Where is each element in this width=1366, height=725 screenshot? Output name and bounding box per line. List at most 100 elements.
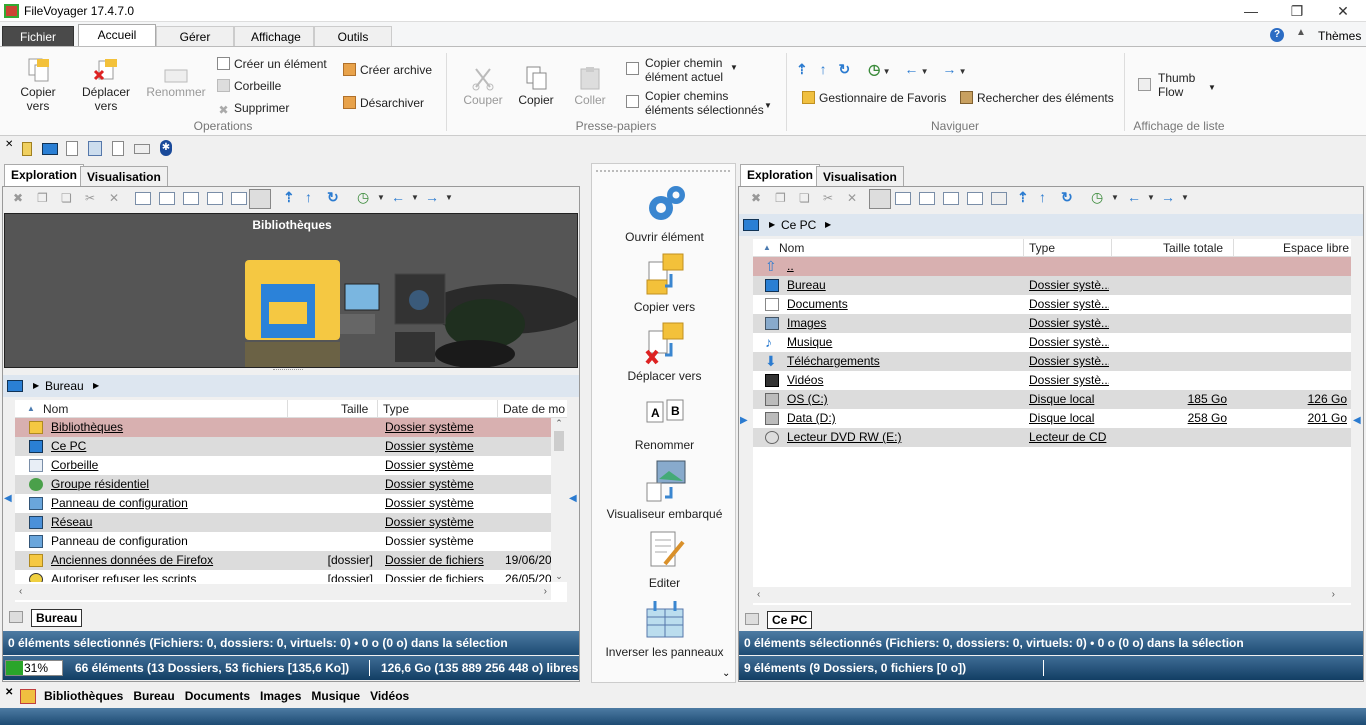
top-icon[interactable]: ⇡ — [796, 61, 808, 77]
up-icon[interactable]: ↑ — [305, 189, 312, 205]
table-row[interactable]: Images Dossier systè... — [753, 314, 1351, 333]
back-icon[interactable]: ← — [1127, 189, 1141, 205]
forward-icon[interactable]: → — [1161, 189, 1175, 205]
paste-button[interactable]: Coller — [566, 65, 614, 107]
col-type[interactable]: Type — [383, 400, 409, 418]
table-row[interactable]: Réseau Dossier système — [15, 513, 551, 532]
right-collapse-arrow-icon[interactable]: ▶ — [740, 415, 748, 426]
table-row[interactable]: Vidéos Dossier systè... — [753, 371, 1351, 390]
col-nom[interactable]: Nom — [43, 400, 68, 418]
right-expand-arrow-icon[interactable]: ◀ — [1353, 415, 1361, 426]
view-thumbflow-icon[interactable] — [991, 192, 1007, 205]
col-total-size[interactable]: Taille totale — [1163, 239, 1223, 257]
themes-button[interactable]: Thèmes — [1318, 29, 1361, 43]
col-free-space[interactable]: Espace libre — [1283, 239, 1349, 257]
move-to-button[interactable]: Déplacer vers — [78, 57, 134, 113]
chevron-right-icon[interactable]: ▶ — [93, 375, 99, 397]
table-row[interactable]: Ce PC Dossier système — [15, 437, 551, 456]
chevron-down-icon[interactable]: ⌄ — [551, 571, 567, 582]
chevron-down-icon[interactable]: ▼ — [377, 193, 385, 202]
view-medium-icon[interactable] — [943, 192, 959, 205]
rename-button[interactable]: Renommer — [142, 69, 210, 99]
view-large-icon[interactable] — [967, 192, 983, 205]
table-row[interactable]: ⇧.. — [753, 257, 1351, 276]
cmd-edit[interactable]: Editer — [592, 528, 737, 590]
up-icon[interactable]: ↑ — [820, 61, 827, 77]
tab-fichier[interactable]: Fichier — [2, 26, 74, 47]
copy-icon[interactable]: ❐ — [775, 191, 786, 205]
cmd-move-to[interactable]: Déplacer vers — [592, 321, 737, 383]
chevron-down-icon[interactable]: ▼ — [411, 193, 419, 202]
chevron-down-icon[interactable]: ▼ — [880, 67, 891, 76]
table-row[interactable]: Lecteur DVD RW (E:) Lecteur de CD — [753, 428, 1351, 447]
close-icon[interactable]: ✕ — [1320, 0, 1366, 22]
cmd-copy-to[interactable]: Copier vers — [592, 252, 737, 314]
right-hscrollbar[interactable]: ‹ › — [753, 587, 1351, 603]
copy-paths-button[interactable]: Copier chemins éléments sélectionnés ▼ — [626, 89, 772, 117]
back-icon[interactable]: ← — [391, 189, 405, 205]
table-row[interactable]: ⬇ Téléchargements Dossier systè... — [753, 352, 1351, 371]
table-row[interactable]: Bureau Dossier systè... — [753, 276, 1351, 295]
favorite-item[interactable]: Vidéos — [370, 689, 409, 703]
left-address-bar[interactable]: ▶ Bureau ▶ — [3, 375, 579, 397]
chevron-down-icon[interactable]: ▼ — [445, 193, 453, 202]
delete-icon[interactable]: ✖ — [751, 191, 761, 205]
view-details-icon[interactable] — [135, 192, 151, 205]
email-icon[interactable] — [134, 144, 150, 154]
table-row[interactable]: Documents Dossier systè... — [753, 295, 1351, 314]
create-item-button[interactable]: Créer un élément — [217, 57, 327, 71]
left-hscrollbar[interactable]: ‹ › — [15, 584, 551, 600]
breadcrumb-ce-pc[interactable]: Ce PC — [781, 214, 816, 236]
copy-icon[interactable]: ❐ — [37, 191, 48, 205]
right-tab-visualisation[interactable]: Visualisation — [816, 166, 904, 186]
left-tab-visualisation[interactable]: Visualisation — [80, 166, 168, 186]
file-icon[interactable] — [112, 141, 124, 156]
chevron-down-icon[interactable]: ▼ — [1111, 193, 1119, 202]
table-row[interactable]: Groupe résidentiel Dossier système — [15, 475, 551, 494]
tab-gerer[interactable]: Gérer — [156, 26, 234, 47]
view-list-icon[interactable] — [895, 192, 911, 205]
delete-button[interactable]: ✖ Supprimer — [217, 101, 289, 117]
favorite-item[interactable]: Documents — [185, 689, 250, 703]
back-icon[interactable]: ← — [904, 61, 918, 77]
search-items-button[interactable]: Rechercher des éléments — [960, 91, 1114, 105]
left-tab-exploration[interactable]: Exploration — [4, 164, 85, 186]
view-list-icon[interactable] — [159, 192, 175, 205]
col-taille[interactable]: Taille — [341, 400, 368, 418]
col-nom[interactable]: Nom — [779, 239, 804, 257]
favorite-item[interactable]: Bureau — [133, 689, 174, 703]
hint-icon[interactable] — [22, 142, 32, 156]
chevron-down-icon[interactable]: ⌄ — [722, 668, 730, 679]
cut-icon[interactable]: ✂ — [823, 191, 833, 205]
unarchive-button[interactable]: Désarchiver — [343, 96, 424, 110]
minimize-icon[interactable]: — — [1228, 0, 1274, 22]
copy-button[interactable]: Copier — [512, 65, 560, 107]
right-address-bar[interactable]: ▶ Ce PC ▶ — [739, 214, 1363, 236]
cmd-open-item[interactable]: Ouvrir élément — [592, 182, 737, 244]
chevron-right-icon[interactable]: ▶ — [33, 375, 39, 397]
splitter-handle[interactable] — [273, 369, 303, 373]
table-row[interactable]: Corbeille Dossier système — [15, 456, 551, 475]
copy-to-button[interactable]: Copier vers — [12, 57, 64, 113]
remove-icon[interactable]: ✕ — [847, 191, 857, 205]
cmd-embedded-viewer[interactable]: Visualiseur embarqué — [592, 459, 737, 521]
chevron-right-icon[interactable]: ▶ — [769, 214, 775, 236]
close-icon[interactable]: ✕ — [5, 687, 13, 698]
copy-path-button[interactable]: Copier chemin élément actuel ▼ — [626, 56, 738, 84]
table-row[interactable]: OS (C:) Disque local 185 Go 126 Go — [753, 390, 1351, 409]
table-row[interactable]: Anciennes données de Firefox [dossier] Dos… — [15, 551, 551, 570]
forward-icon[interactable]: → — [942, 61, 956, 77]
scroll-thumb[interactable] — [554, 431, 564, 451]
chevron-right-icon[interactable]: › — [1332, 589, 1335, 600]
col-date[interactable]: Date de mo — [503, 400, 565, 418]
top-icon[interactable]: ⇡ — [283, 189, 295, 206]
left-vscrollbar[interactable]: ⌃ ⌄ — [551, 418, 567, 582]
cut-icon[interactable]: ✂ — [85, 191, 95, 205]
favorite-item[interactable]: Musique — [311, 689, 360, 703]
right-tab-exploration[interactable]: Exploration — [740, 164, 821, 186]
refresh-icon[interactable]: ↻ — [327, 189, 339, 206]
help-icon[interactable]: ? — [1270, 28, 1284, 42]
chevron-down-icon[interactable]: ▼ — [1147, 193, 1155, 202]
document-icon[interactable] — [66, 141, 78, 156]
left-bottom-tab[interactable]: Bureau — [31, 609, 83, 627]
